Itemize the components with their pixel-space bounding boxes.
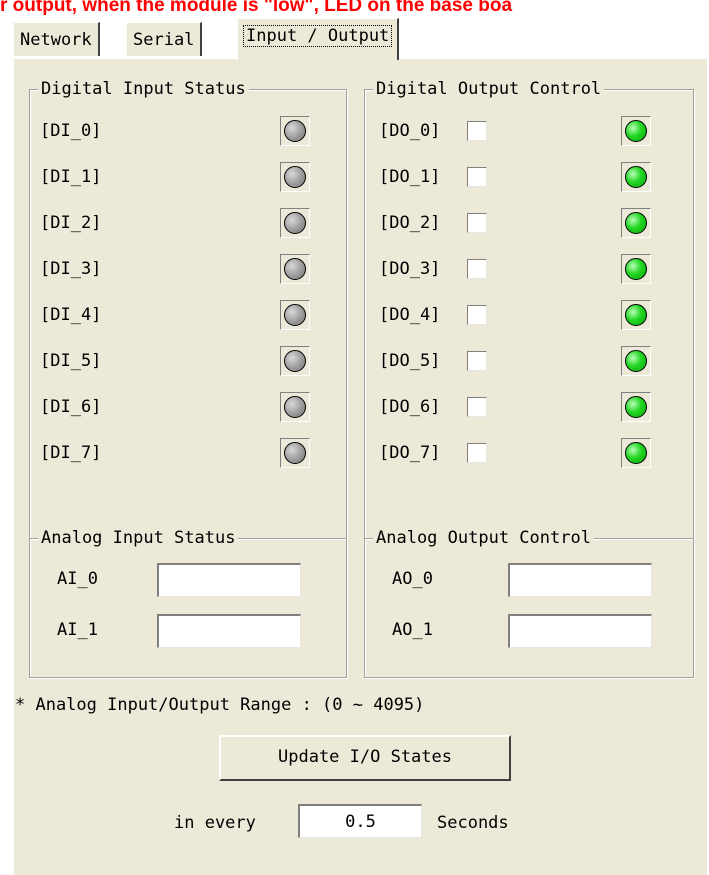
di-label-2: [DI_2] [40,213,102,233]
di-led-2 [280,208,310,238]
led-indicator-icon [284,166,306,188]
di-label-3: [DI_3] [40,259,102,279]
ai-0-field[interactable] [157,563,301,597]
led-indicator-icon [625,442,647,464]
analog-output-group: Analog Output Control AO_0 AO_1 [364,527,694,678]
do-label-6: [DO_6] [379,397,441,417]
digital-output-group: Digital Output Control [DO_0] [DO_1] [DO_2… [364,78,694,539]
tab-input-output-label: Input / Output [242,25,393,47]
di-label-6: [DI_6] [40,397,102,417]
di-led-0 [280,116,310,146]
led-indicator-icon [625,396,647,418]
do-checkbox-2[interactable] [467,213,487,233]
analog-output-title: Analog Output Control [373,527,594,549]
range-note: * Analog Input/Output Range : (0 ~ 4095) [15,695,425,715]
do-led-7 [621,438,651,468]
led-indicator-icon [284,212,306,234]
do-label-0: [DO_0] [379,121,441,141]
di-led-7 [280,438,310,468]
led-indicator-icon [625,350,647,372]
do-checkbox-4[interactable] [467,305,487,325]
di-led-5 [280,346,310,376]
digital-input-group: Digital Input Status [DI_0] [DI_1] [DI_2] [… [29,78,347,539]
digital-input-title: Digital Input Status [38,78,249,100]
tab-network[interactable]: Network [13,22,100,56]
do-led-1 [621,162,651,192]
interval-input[interactable] [298,804,422,838]
do-checkbox-0[interactable] [467,121,487,141]
analog-input-label-0: AI_0 [57,569,98,589]
do-label-1: [DO_1] [379,167,441,187]
io-panel: Digital Input Status [DI_0] [DI_1] [DI_2] [… [13,58,707,875]
do-checkbox-6[interactable] [467,397,487,417]
do-checkbox-1[interactable] [467,167,487,187]
analog-output-label-0: AO_0 [392,569,433,589]
do-label-5: [DO_5] [379,351,441,371]
do-label-7: [DO_7] [379,443,441,463]
di-label-0: [DI_0] [40,121,102,141]
do-led-6 [621,392,651,422]
di-label-1: [DI_1] [40,167,102,187]
led-indicator-icon [625,120,647,142]
tab-input-output[interactable]: Input / Output [237,18,400,60]
di-led-4 [280,300,310,330]
led-indicator-icon [625,258,647,280]
led-indicator-icon [284,350,306,372]
interval-prefix: in every [174,813,256,833]
update-io-button[interactable]: Update I/O States [219,735,511,781]
led-indicator-icon [625,166,647,188]
led-indicator-icon [625,212,647,234]
do-checkbox-5[interactable] [467,351,487,371]
di-label-7: [DI_7] [40,443,102,463]
do-checkbox-3[interactable] [467,259,487,279]
di-led-1 [280,162,310,192]
di-label-4: [DI_4] [40,305,102,325]
instruction-banner: r output, when the module is "low", LED … [0,0,513,16]
do-checkbox-7[interactable] [467,443,487,463]
analog-input-title: Analog Input Status [38,527,239,549]
ao-1-field[interactable] [508,614,652,648]
analog-input-group: Analog Input Status AI_0 AI_1 [29,527,347,678]
led-indicator-icon [284,396,306,418]
do-led-0 [621,116,651,146]
do-led-4 [621,300,651,330]
analog-output-label-1: AO_1 [392,620,433,640]
led-indicator-icon [284,442,306,464]
di-led-6 [280,392,310,422]
do-label-4: [DO_4] [379,305,441,325]
interval-suffix: Seconds [437,813,509,833]
di-led-3 [280,254,310,284]
do-led-2 [621,208,651,238]
tab-serial[interactable]: Serial [126,22,203,56]
analog-input-label-1: AI_1 [57,620,98,640]
do-label-2: [DO_2] [379,213,441,233]
di-label-5: [DI_5] [40,351,102,371]
do-label-3: [DO_3] [379,259,441,279]
do-led-3 [621,254,651,284]
digital-output-title: Digital Output Control [373,78,605,100]
led-indicator-icon [284,120,306,142]
led-indicator-icon [625,304,647,326]
do-led-5 [621,346,651,376]
ao-0-field[interactable] [508,563,652,597]
led-indicator-icon [284,258,306,280]
led-indicator-icon [284,304,306,326]
ai-1-field[interactable] [157,614,301,648]
